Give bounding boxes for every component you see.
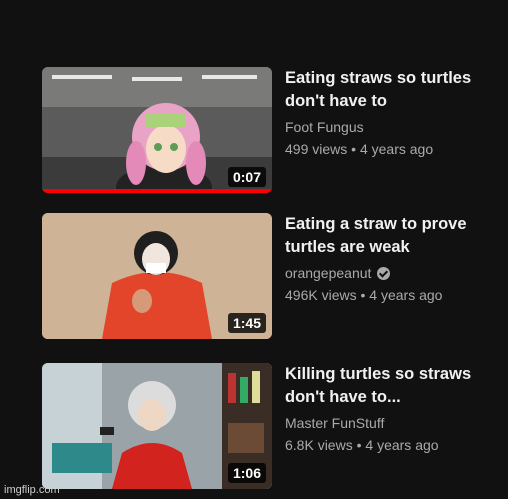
upload-age: 4 years ago (369, 287, 443, 303)
upload-age: 4 years ago (365, 437, 439, 453)
video-stats: 496K views • 4 years ago (285, 287, 495, 303)
separator-dot: • (351, 141, 357, 157)
channel-label: Master FunStuff (285, 415, 385, 431)
verified-check-icon (377, 266, 391, 280)
channel-name[interactable]: orangepeanut (285, 265, 495, 281)
video-duration: 1:45 (227, 313, 266, 333)
view-count: 496K views (285, 287, 357, 303)
channel-name[interactable]: Master FunStuff (285, 415, 495, 431)
video-thumbnail[interactable]: 0:07 (42, 67, 272, 193)
video-stats: 499 views • 4 years ago (285, 141, 495, 157)
channel-name[interactable]: Foot Fungus (285, 119, 495, 135)
video-meta: Eating straws so turtles don't have to F… (285, 67, 495, 157)
video-item[interactable]: 0:07 Eating straws so turtles don't have… (0, 67, 508, 201)
video-duration: 1:06 (227, 463, 266, 483)
video-title[interactable]: Eating straws so turtles don't have to (285, 67, 495, 113)
video-stats: 6.8K views • 4 years ago (285, 437, 495, 453)
view-count: 499 views (285, 141, 348, 157)
video-thumbnail[interactable]: 1:45 (42, 213, 272, 339)
video-thumbnail[interactable]: 1:06 (42, 363, 272, 489)
video-title[interactable]: Killing turtles so straws don't have to.… (285, 363, 495, 409)
channel-label: Foot Fungus (285, 119, 364, 135)
view-count: 6.8K views (285, 437, 353, 453)
separator-dot: • (360, 287, 366, 303)
video-meta: Eating a straw to prove turtles are weak… (285, 213, 495, 303)
watch-progress-bar (42, 189, 272, 193)
video-duration: 0:07 (227, 167, 266, 187)
video-item[interactable]: 1:06 Killing turtles so straws don't hav… (0, 363, 508, 497)
watermark: imgflip.com (4, 484, 60, 496)
separator-dot: • (356, 437, 362, 453)
channel-label: orangepeanut (285, 265, 372, 281)
video-title[interactable]: Eating a straw to prove turtles are weak (285, 213, 495, 259)
video-item[interactable]: 1:45 Eating a straw to prove turtles are… (0, 213, 508, 347)
upload-age: 4 years ago (359, 141, 434, 157)
video-meta: Killing turtles so straws don't have to.… (285, 363, 495, 453)
